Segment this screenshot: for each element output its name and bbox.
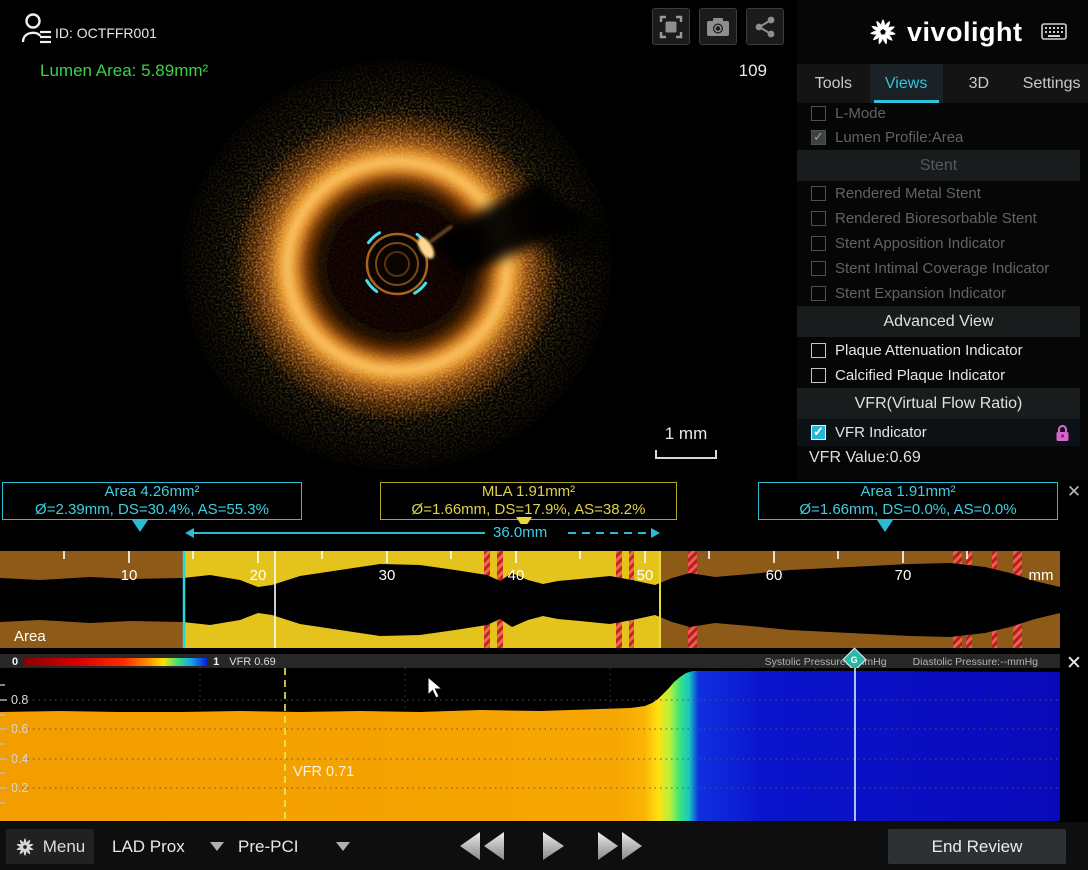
systolic-pressure: Systolic Pressure:--mmHg <box>765 656 887 668</box>
colorbar-min: 0 <box>12 656 18 668</box>
views-option-list: L-Mode Lumen Profile:Area Stent Rendered… <box>797 103 1080 478</box>
share-icon <box>753 15 777 39</box>
span-line-dashed <box>568 532 652 534</box>
proximal-marker[interactable] <box>132 520 148 532</box>
svg-text:70: 70 <box>895 567 912 584</box>
vfr-value-readout: VFR Value:0.69 <box>797 446 1080 470</box>
rewind-button[interactable] <box>458 830 508 862</box>
vfr-cursor-value: VFR 0.71 <box>293 764 354 780</box>
profile-axis-label: Area <box>14 628 46 645</box>
svg-text:0.8: 0.8 <box>11 693 28 707</box>
span-line-solid <box>193 532 485 534</box>
option-stent-intimal-coverage[interactable]: Stent Intimal Coverage Indicator <box>797 256 1080 281</box>
svg-text:50: 50 <box>637 567 654 584</box>
checkbox-calcified-plaque <box>811 368 826 383</box>
option-calcified-plaque[interactable]: Calcified Plaque Indicator <box>797 363 1080 388</box>
proximal-reference-box[interactable]: Area 4.26mm² Ø=2.39mm, DS=30.4%, AS=55.3… <box>2 482 302 520</box>
distal-marker[interactable] <box>877 520 893 532</box>
lumen-profile-panel: Area 4.26mm² Ø=2.39mm, DS=30.4%, AS=55.3… <box>0 480 1088 650</box>
camera-icon <box>705 15 731 39</box>
checkbox-rendered-bioresorbable-stent <box>811 211 826 226</box>
mla-box[interactable]: MLA 1.91mm² Ø=1.66mm, DS=17.9%, AS=38.2% <box>380 482 677 520</box>
svg-text:0.2: 0.2 <box>11 781 28 795</box>
checkbox-rendered-metal-stent <box>811 186 826 201</box>
fullscreen-button[interactable] <box>652 8 690 45</box>
vessel-select[interactable]: LAD Prox <box>112 829 224 864</box>
mouse-cursor <box>427 676 443 700</box>
patient-icon[interactable] <box>18 10 56 48</box>
chevron-down-icon <box>210 842 224 851</box>
checkbox-lumen-profile <box>811 130 826 145</box>
share-button[interactable] <box>746 8 784 45</box>
vfr-panel-close-button[interactable]: ✕ <box>1062 654 1086 674</box>
svg-text:0.4: 0.4 <box>11 752 28 766</box>
end-review-button[interactable]: End Review <box>888 829 1066 864</box>
section-advanced-view: Advanced View <box>797 306 1080 337</box>
chevron-down-icon <box>336 842 350 851</box>
svg-text:60: 60 <box>766 567 783 584</box>
brand-header: vivolight <box>797 0 1088 64</box>
checkbox-stent-apposition <box>811 236 826 251</box>
menu-button[interactable]: Menu <box>6 829 94 864</box>
checkbox-plaque-attenuation <box>811 343 826 358</box>
keyboard-icon[interactable] <box>1041 23 1067 41</box>
span-arrow-right <box>651 528 660 538</box>
bottom-bar: Menu LAD Prox Pre-PCI End Review <box>0 822 1088 870</box>
snapshot-button[interactable] <box>699 8 737 45</box>
svg-text:30: 30 <box>379 567 396 584</box>
play-button[interactable] <box>540 830 566 862</box>
option-rendered-metal-stent[interactable]: Rendered Metal Stent <box>797 181 1080 206</box>
checkbox-stent-expansion <box>811 286 826 301</box>
section-vfr: VFR(Virtual Flow Ratio) <box>797 388 1080 419</box>
option-rendered-bioresorbable-stent[interactable]: Rendered Bioresorbable Stent <box>797 206 1080 231</box>
vfr-header-bar: 0 1 VFR 0.69 Systolic Pressure:--mmHg Di… <box>0 654 1060 669</box>
phase-select[interactable]: Pre-PCI <box>238 829 350 864</box>
lumen-profile-strip[interactable]: 10 20 30 40 50 60 70 mm Area <box>0 551 1060 648</box>
vfr-panel: 0 1 VFR 0.69 Systolic Pressure:--mmHg Di… <box>0 654 1088 821</box>
scale-bar <box>655 450 717 459</box>
vfr-header-value: VFR 0.69 <box>229 656 275 668</box>
svg-text:0.6: 0.6 <box>11 722 28 736</box>
svg-text:40: 40 <box>508 567 525 584</box>
menu-logo-icon <box>15 837 35 857</box>
oct-cross-section-view[interactable]: ID: OCTFFR001 Lumen Area: 5.89mm² 109 <box>0 0 797 480</box>
frame-number: 109 <box>712 61 767 81</box>
option-l-mode[interactable]: L-Mode <box>797 103 1080 124</box>
lock-icon <box>1055 424 1070 442</box>
fast-forward-button[interactable] <box>594 830 644 862</box>
checkbox-stent-intimal-coverage <box>811 261 826 276</box>
section-stent: Stent <box>797 150 1080 181</box>
option-vfr-indicator[interactable]: VFR Indicator <box>797 419 1080 446</box>
profile-panel-close-button[interactable]: ✕ <box>1062 482 1086 502</box>
lumen-area-readout: Lumen Area: 5.89mm² <box>40 61 208 81</box>
colorbar-max: 1 <box>213 656 219 668</box>
right-panel: vivolight Tools Views 3D Settings L-Mode <box>797 0 1088 480</box>
diastolic-pressure: Diastolic Pressure:--mmHg <box>913 656 1038 668</box>
tab-tools[interactable]: Tools <box>797 64 870 103</box>
option-stent-expansion[interactable]: Stent Expansion Indicator <box>797 281 1080 306</box>
fullscreen-icon <box>659 15 683 39</box>
option-stent-apposition[interactable]: Stent Apposition Indicator <box>797 231 1080 256</box>
vivolight-logo-icon <box>867 16 899 48</box>
panel-tabs: Tools Views 3D Settings <box>797 64 1088 103</box>
tab-3d[interactable]: 3D <box>943 64 1016 103</box>
app-window: ID: OCTFFR001 Lumen Area: 5.89mm² 109 <box>0 0 1088 870</box>
svg-text:10: 10 <box>121 567 138 584</box>
distal-reference-box[interactable]: Area 1.91mm² Ø=1.66mm, DS=0.0%, AS=0.0% <box>758 482 1058 520</box>
svg-text:20: 20 <box>250 567 267 584</box>
option-plaque-attenuation[interactable]: Plaque Attenuation Indicator <box>797 337 1080 363</box>
tab-views[interactable]: Views <box>870 64 943 103</box>
patient-id: ID: OCTFFR001 <box>55 25 157 41</box>
scale-label: 1 mm <box>648 424 724 444</box>
brand-name: vivolight <box>907 17 1023 48</box>
checkbox-l-mode <box>811 106 826 121</box>
ruler-unit: mm <box>1029 567 1054 584</box>
tab-settings[interactable]: Settings <box>1015 64 1088 103</box>
segment-length-label: 36.0mm <box>487 524 553 541</box>
vfr-map[interactable]: 0.8 0.6 0.4 0.2 VFR 0.71 <box>0 668 1060 821</box>
vfr-colorbar <box>24 658 207 666</box>
checkbox-vfr-indicator <box>811 425 826 440</box>
option-lumen-profile[interactable]: Lumen Profile:Area <box>797 124 1080 150</box>
